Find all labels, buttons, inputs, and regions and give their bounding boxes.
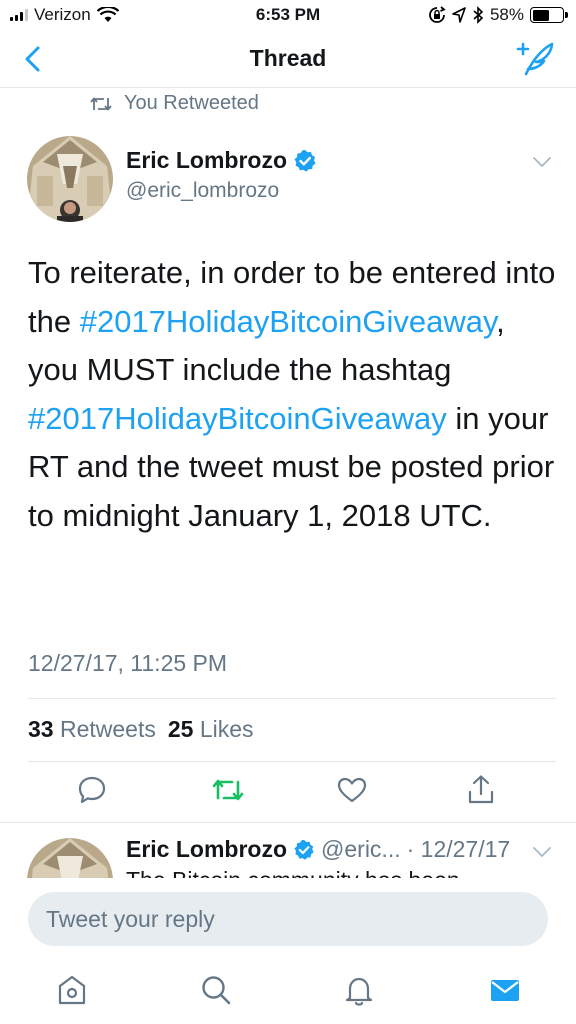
avatar[interactable] (27, 136, 113, 222)
avatar-image (27, 136, 113, 222)
tweet-actions (0, 772, 576, 812)
battery-percent: 58% (489, 5, 524, 24)
verified-badge-icon (294, 149, 316, 172)
divider (28, 698, 556, 699)
reply-input[interactable] (28, 892, 548, 946)
author-name-text: Eric Lombrozo (126, 147, 288, 173)
retweets-count-label: Retweets (59, 716, 156, 742)
tab-bar (0, 960, 576, 1024)
reply-icon[interactable] (74, 772, 110, 808)
divider (0, 822, 576, 823)
notifications-icon[interactable] (341, 972, 377, 1008)
verified-badge-icon (294, 839, 314, 860)
battery-fill (532, 9, 550, 21)
search-icon[interactable] (198, 972, 234, 1008)
location-icon (452, 7, 466, 23)
divider (28, 761, 556, 762)
status-right: 58% (428, 5, 568, 25)
lock-rotation-icon (429, 6, 446, 23)
compose-tweet-icon[interactable] (516, 40, 556, 78)
retweet-icon (90, 97, 112, 110)
navigation-bar: Thread (0, 30, 576, 88)
likes-count-number: 25 (167, 716, 194, 742)
home-icon[interactable] (54, 972, 90, 1008)
share-icon[interactable] (463, 772, 499, 808)
reply-date: · 12/27/17 (406, 836, 511, 862)
reply-author-name: Eric Lombrozo (126, 836, 288, 862)
likes-count[interactable]: 25 Likes (168, 716, 254, 743)
page-title: Thread (249, 45, 327, 71)
battery-icon (530, 7, 568, 23)
chevron-down-icon[interactable] (532, 845, 552, 859)
chevron-down-icon[interactable] (532, 155, 552, 169)
author-name[interactable]: Eric Lombrozo (126, 147, 317, 174)
retweets-count-number: 33 (28, 716, 54, 742)
reply-author-handle: @eric... (321, 836, 401, 862)
bluetooth-icon (473, 6, 484, 24)
hashtag-link[interactable]: #2017HolidayBitcoinGiveaway (80, 304, 496, 339)
retweet-context: You Retweeted (90, 92, 259, 115)
reply-text: The Bitcoin community has been (126, 864, 460, 878)
retweets-count[interactable]: 33 Retweets (28, 716, 156, 743)
hashtag-link[interactable]: #2017HolidayBitcoinGiveaway (28, 401, 447, 436)
like-icon[interactable] (334, 772, 370, 808)
likes-count-label: Likes (199, 716, 254, 742)
reply-header[interactable]: Eric Lombrozo @eric... · 12/27/17 (126, 836, 510, 863)
engagement-counts: 33 Retweets 25 Likes (28, 716, 254, 743)
author-handle[interactable]: @eric_lombrozo (126, 179, 279, 203)
messages-icon[interactable] (487, 972, 523, 1008)
retweet-icon[interactable] (210, 772, 246, 808)
retweet-context-label: You Retweeted (124, 92, 259, 114)
status-bar: Verizon 6:53 PM 58% (0, 0, 576, 30)
tweet-text: To reiterate, in order to be entered int… (28, 249, 558, 540)
tweet-timestamp: 12/27/17, 11:25 PM (28, 650, 228, 676)
